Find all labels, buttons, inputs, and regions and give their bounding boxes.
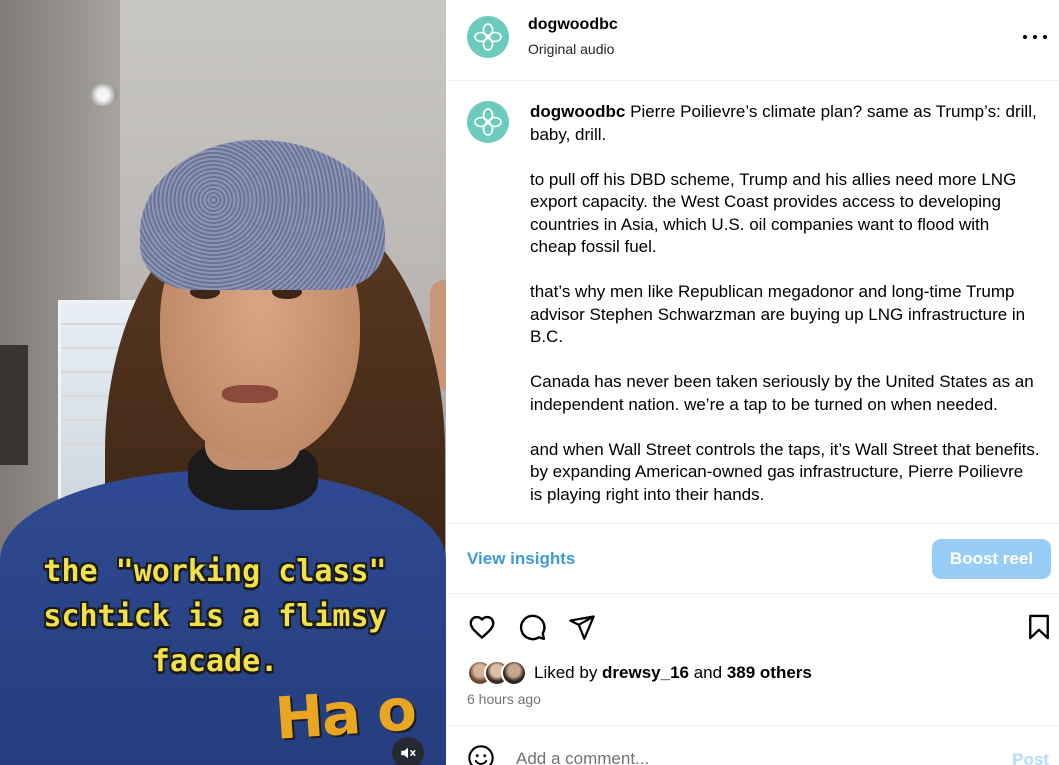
dogwood-flower-icon [474,23,502,51]
mute-button[interactable] [392,737,424,765]
post-timestamp[interactable]: 6 hours ago [467,691,541,707]
post-panel: dogwoodbc Original audio dogwoodbc Pierr… [446,0,1059,765]
mouth [222,385,278,403]
audio-link[interactable]: Original audio [528,41,614,57]
comment-button[interactable] [516,611,548,643]
like-button[interactable] [466,611,498,643]
emoji-button[interactable] [467,744,495,765]
heart-icon [469,615,495,639]
post-header: dogwoodbc Original audio [446,0,1059,81]
header-username[interactable]: dogwoodbc [528,16,618,34]
caption-paragraph: Canada has never been taken seriously by… [530,372,1034,414]
more-options-button[interactable] [1023,30,1047,44]
likes-others-link[interactable]: 389 others [727,663,812,682]
liker-username[interactable]: drewsy_16 [602,663,689,682]
bookmark-icon [1029,614,1049,640]
avatar[interactable] [467,16,509,58]
video-caption-line: the "working class" [43,554,387,589]
dogwood-flower-icon [474,108,502,136]
action-bar [446,605,1059,649]
caption-avatar[interactable] [467,101,509,143]
caption-scroll-area[interactable]: dogwoodbc Pierre Poilievre’s climate pla… [446,81,1059,523]
video-caption-line: schtick is a flimsy [43,599,387,634]
beanie [140,140,385,290]
send-icon [569,615,595,640]
liker-avatar [501,660,527,686]
more-horizontal-icon [1023,35,1027,39]
caption-username[interactable]: dogwoodbc [530,102,625,121]
reel-video[interactable]: Ha o the "working class" schtick is a fl… [0,0,446,765]
comment-icon [519,614,546,641]
boost-reel-button[interactable]: Boost reel [932,539,1051,579]
insights-bar: View insights Boost reel [446,523,1059,594]
likes-summary[interactable]: Liked by drewsy_16 and 389 others [467,660,812,686]
save-button[interactable] [1023,611,1055,643]
post-caption: dogwoodbc Pierre Poilievre’s climate pla… [530,101,1040,523]
share-button[interactable] [566,611,598,643]
likes-text: Liked by drewsy_16 and 389 others [534,663,812,682]
comment-bar: Post [446,725,1059,765]
ceiling-light [88,84,118,106]
smiley-icon [468,745,494,765]
caption-paragraph: to pull off his DBD scheme, Trump and hi… [530,169,1017,257]
comment-input[interactable] [516,748,936,765]
video-caption-line: facade. [151,644,279,679]
wall-poster [0,345,28,465]
speaker-muted-icon [401,747,416,759]
post-comment-button[interactable]: Post [1012,750,1049,765]
caption-paragraph: that’s why men like Republican megadonor… [530,282,1026,346]
caption-paragraph: and when Wall Street controls the taps, … [530,439,1040,504]
view-insights-link[interactable]: View insights [467,549,575,569]
